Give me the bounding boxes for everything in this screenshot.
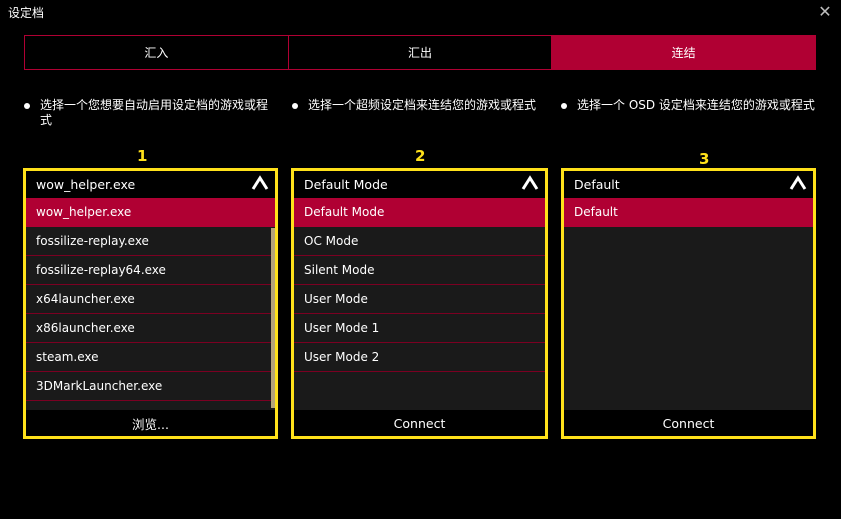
chevron-up-icon[interactable] [789, 175, 807, 191]
bullet-icon [292, 103, 298, 109]
description-text: 选择一个 OSD 设定档来连结您的游戏或程式 [577, 98, 815, 112]
list-item[interactable]: Default [564, 198, 813, 227]
list-item[interactable]: fossilize-replay64.exe [26, 256, 275, 285]
tab-bar: 汇入 汇出 连结 [24, 35, 816, 70]
dropdown-value: wow_helper.exe [36, 176, 136, 192]
bullet-icon [24, 103, 30, 109]
list-item[interactable]: User Mode 2 [294, 343, 545, 372]
tab-link[interactable]: 连结 [552, 36, 816, 69]
browse-button[interactable]: 浏览... [26, 410, 275, 436]
list-item[interactable]: User Mode [294, 285, 545, 314]
column-number-1: 1 [137, 147, 148, 165]
app-list[interactable]: wow_helper.exe fossilize-replay.exe foss… [26, 198, 275, 411]
list-item[interactable]: Default Mode [294, 198, 545, 227]
app-list-panel: wow_helper.exe wow_helper.exe fossilize-… [23, 168, 278, 439]
description-text: 选择一个超频设定档来连结您的游戏或程式 [308, 98, 537, 112]
osd-profile-panel: Default Default Connect [561, 168, 816, 439]
list-item[interactable]: 3DMarkLauncher.exe [26, 372, 275, 401]
oc-profile-dropdown[interactable]: Default Mode [294, 171, 545, 197]
osd-profile-dropdown[interactable]: Default [564, 171, 813, 197]
list-item[interactable]: fossilize-replay.exe [26, 227, 275, 256]
column-number-2: 2 [415, 147, 426, 165]
list-item[interactable]: steam.exe [26, 343, 275, 372]
list-item[interactable]: OC Mode [294, 227, 545, 256]
chevron-up-icon[interactable] [251, 175, 269, 191]
tab-import[interactable]: 汇入 [25, 36, 289, 69]
list-item[interactable]: x64launcher.exe [26, 285, 275, 314]
osd-profile-list[interactable]: Default [564, 198, 813, 411]
oc-profile-list[interactable]: Default Mode OC Mode Silent Mode User Mo… [294, 198, 545, 411]
close-icon[interactable]: ✕ [816, 3, 834, 21]
tab-export[interactable]: 汇出 [289, 36, 553, 69]
dropdown-value: Default [574, 176, 620, 192]
oc-profile-panel: Default Mode Default Mode OC Mode Silent… [291, 168, 548, 439]
bullet-icon [561, 103, 567, 109]
window-title: 设定档 [8, 6, 45, 20]
connect-button[interactable]: Connect [294, 410, 545, 436]
connect-button[interactable]: Connect [564, 410, 813, 436]
list-item[interactable]: x86launcher.exe [26, 314, 275, 343]
scrollbar[interactable] [271, 228, 275, 408]
chevron-up-icon[interactable] [521, 175, 539, 191]
list-item[interactable]: wow_helper.exe [26, 198, 275, 227]
app-dropdown[interactable]: wow_helper.exe [26, 171, 275, 197]
dropdown-value: Default Mode [304, 176, 388, 192]
column-number-3: 3 [699, 150, 710, 168]
list-item[interactable]: Silent Mode [294, 256, 545, 285]
list-item[interactable]: User Mode 1 [294, 314, 545, 343]
description-text: 选择一个您想要自动启用设定档的游戏或程式 [40, 98, 269, 127]
